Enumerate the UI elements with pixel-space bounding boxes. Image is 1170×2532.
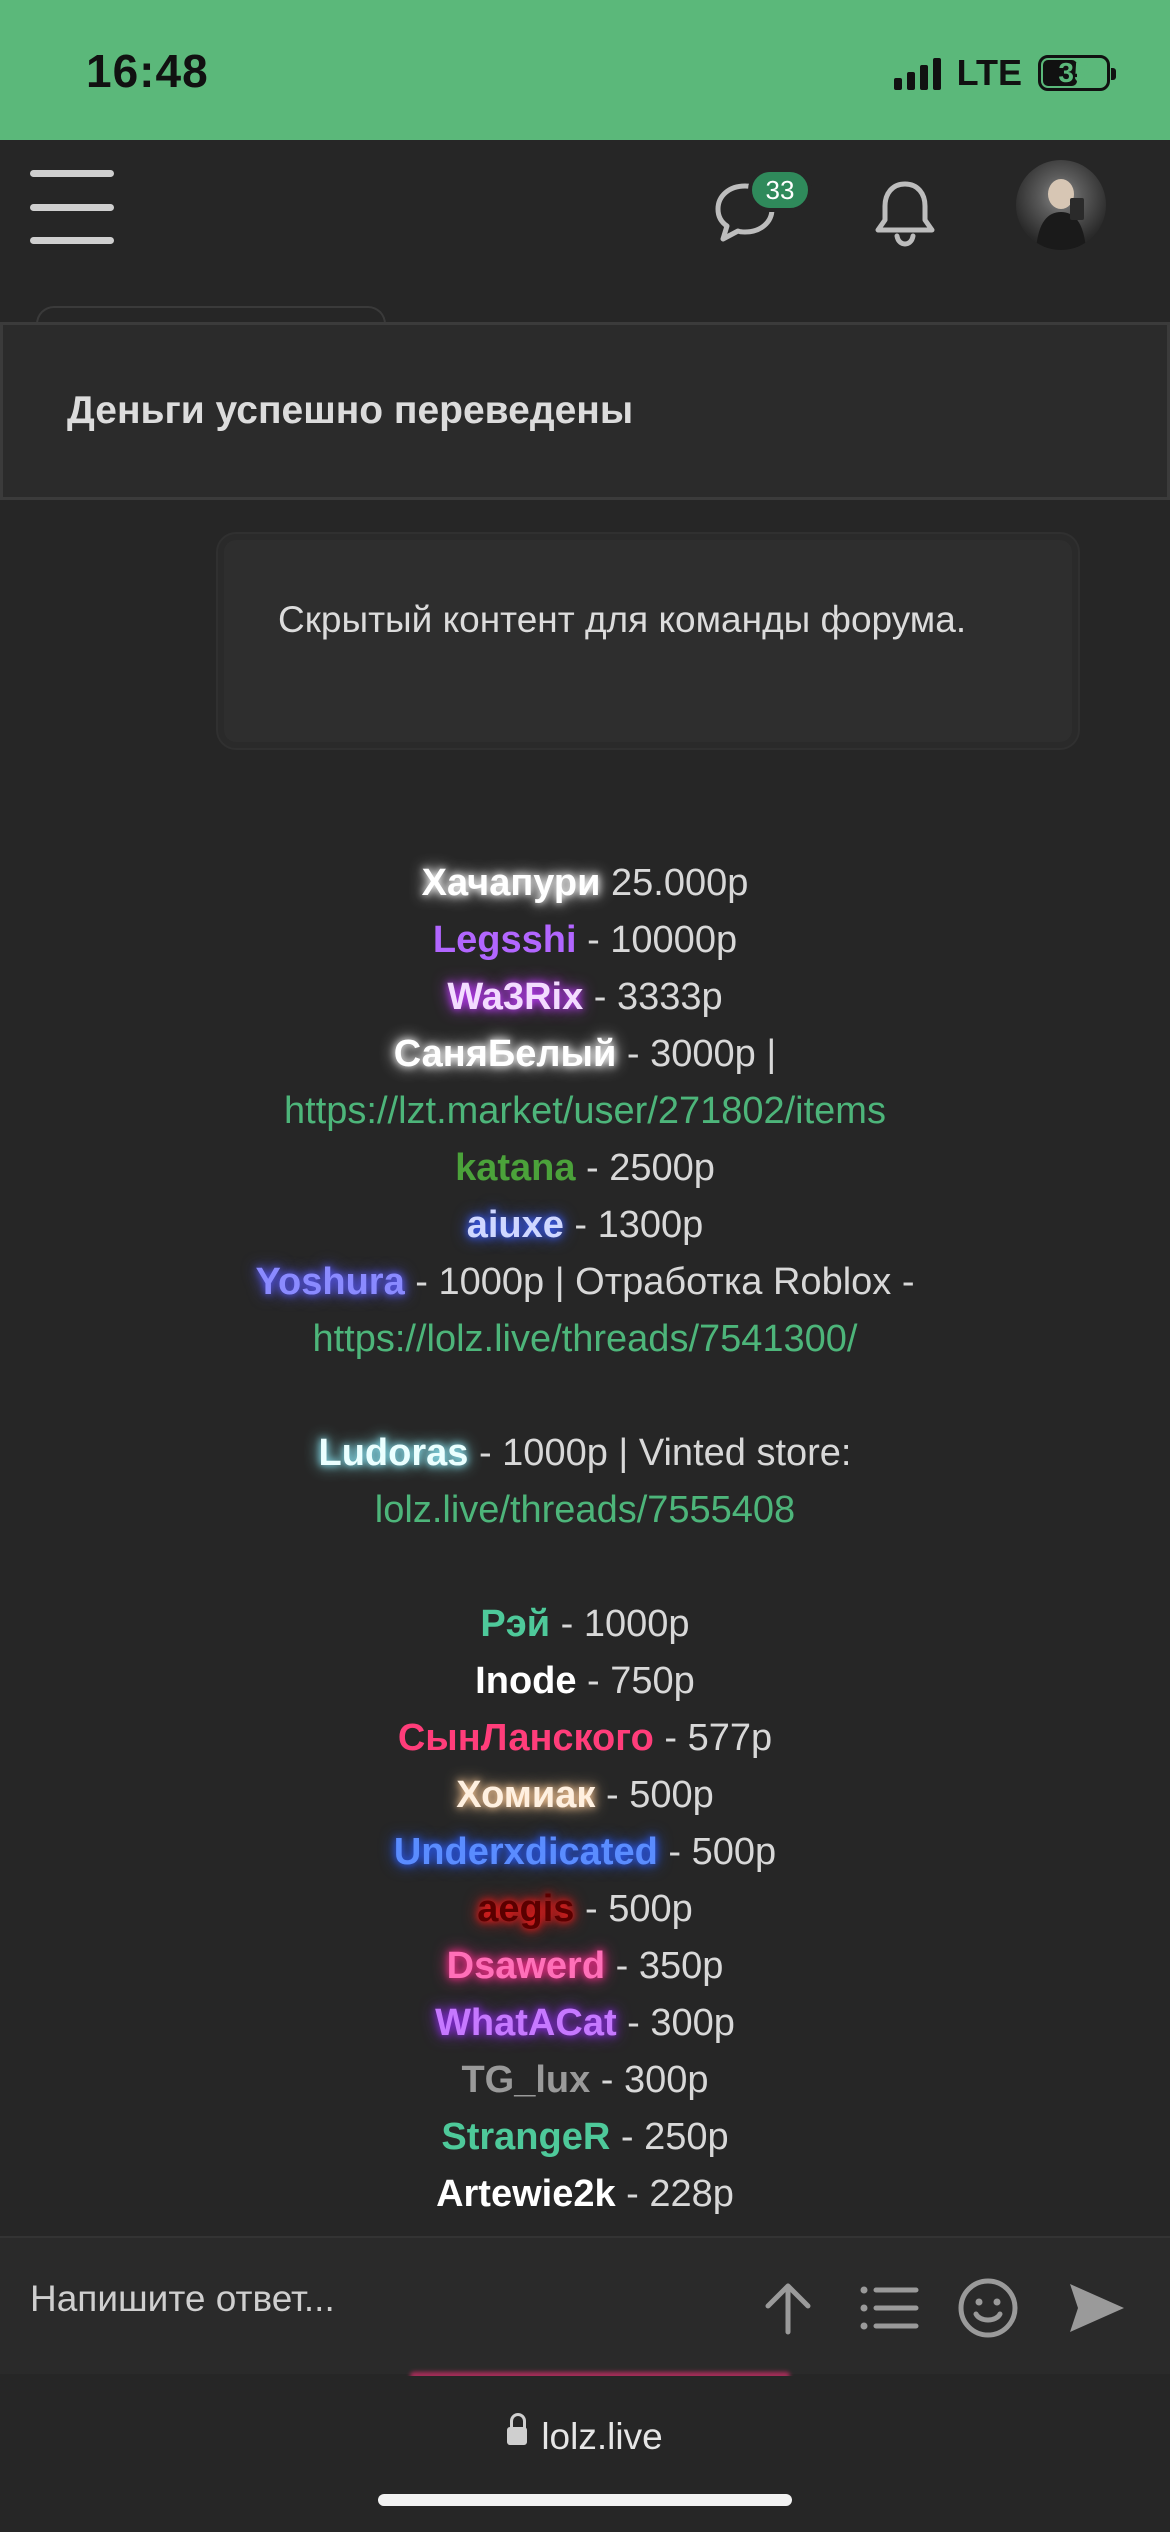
donor-username[interactable]: WhatACat <box>435 2002 617 2044</box>
address-bar[interactable]: lolz.live <box>0 2413 1170 2458</box>
donor-username[interactable]: Legsshi <box>433 919 577 961</box>
donation-row: Dsawerd - 350р <box>0 1938 1170 1995</box>
donation-amount: - 1000р | Отработка Roblox - <box>404 1261 915 1303</box>
donation-amount: - 500р <box>595 1774 714 1816</box>
messages-badge: 33 <box>748 168 812 212</box>
donation-amount: - 300р <box>616 2002 735 2044</box>
donation-list: Хачапури 25.000р Legsshi - 10000р Wa3Rix -… <box>0 855 1170 2223</box>
donor-username[interactable]: Inode <box>475 1660 576 1702</box>
donation-link[interactable]: https://lzt.market/user/271802/items <box>284 1090 886 1132</box>
status-time: 16:48 <box>86 45 209 97</box>
donation-amount: 25.000р <box>600 862 749 904</box>
lock-icon <box>507 2413 528 2446</box>
donation-link-line: https://lzt.market/user/271802/items <box>0 1083 1170 1140</box>
donation-amount: - 250р <box>610 2116 729 2158</box>
donation-row: Yoshura - 1000р | Отработка Roblox - <box>0 1254 1170 1311</box>
donation-amount: - 500р <box>657 1831 777 1873</box>
home-indicator[interactable] <box>378 2494 792 2506</box>
hidden-content-block: Скрытый контент для команды форума. <box>218 534 1078 748</box>
donation-amount: - 1000р <box>550 1603 690 1645</box>
donor-username[interactable]: Yoshura <box>256 1261 405 1303</box>
smile-icon[interactable] <box>956 2276 1020 2340</box>
donation-amount: - 750р <box>576 1660 695 1702</box>
donation-row: Inode - 750р <box>0 1653 1170 1710</box>
donor-username[interactable]: Хачапури <box>422 862 601 904</box>
status-bar: 16:48 LTE 35 <box>0 0 1170 140</box>
donation-amount: - 3000р | <box>616 1033 777 1075</box>
donation-amount: - 2500р <box>575 1147 715 1189</box>
donation-row: WhatACat - 300р <box>0 1995 1170 2052</box>
donation-link[interactable]: https://lolz.live/threads/7541300/ <box>312 1318 857 1360</box>
bell-icon[interactable] <box>870 176 940 248</box>
list-icon[interactable] <box>856 2276 920 2340</box>
menu-icon[interactable] <box>30 170 114 244</box>
donor-username[interactable]: TG_lux <box>461 2059 590 2101</box>
reply-input[interactable]: Напишите ответ... <box>30 2278 730 2320</box>
donation-link[interactable]: lolz.live/threads/7555408 <box>375 1489 795 1531</box>
donor-username[interactable]: Underxdicated <box>394 1831 658 1873</box>
donation-row: Legsshi - 10000р <box>0 912 1170 969</box>
donor-username[interactable]: СаняБелый <box>394 1033 617 1075</box>
avatar[interactable] <box>1016 160 1106 250</box>
donation-amount: - 350р <box>605 1945 724 1987</box>
top-nav: 33 <box>0 140 1170 270</box>
donor-username[interactable]: Хомиак <box>456 1774 595 1816</box>
donation-row: katana - 2500р <box>0 1140 1170 1197</box>
url-text: lolz.live <box>541 2416 663 2457</box>
donor-username[interactable]: Dsawerd <box>447 1945 605 1987</box>
donation-row: Ludoras - 1000р | Vinted store: <box>0 1425 1170 1482</box>
network-label: LTE <box>956 52 1022 93</box>
donation-row: Хачапури 25.000р <box>0 855 1170 912</box>
toast-text: Деньги успешно переведены <box>67 389 634 432</box>
donor-username[interactable]: Artewie2k <box>436 2173 616 2215</box>
donation-row: Artewie2k - 228р <box>0 2166 1170 2223</box>
toast-notification: Деньги успешно переведены <box>0 322 1170 500</box>
donor-username[interactable]: katana <box>455 1147 575 1189</box>
donation-amount: - 300р <box>590 2059 709 2101</box>
donation-row: aiuxe - 1300р <box>0 1197 1170 1254</box>
send-icon[interactable] <box>1064 2276 1128 2340</box>
donor-username[interactable]: aiuxe <box>467 1204 564 1246</box>
donation-row: TG_lux - 300р <box>0 2052 1170 2109</box>
donation-amount: - 228р <box>615 2173 734 2215</box>
donation-amount: - 1300р <box>563 1204 704 1246</box>
donation-amount: - 500р <box>574 1888 693 1930</box>
donation-row: СаняБелый - 3000р | <box>0 1026 1170 1083</box>
hidden-content-text: Скрытый контент для команды форума. <box>278 599 967 640</box>
donation-amount: - 3333р <box>583 976 723 1018</box>
reply-composer: Напишите ответ... <box>0 2236 1170 2374</box>
browser-bar: lolz.live <box>0 2376 1170 2532</box>
donation-row: Хомиак - 500р <box>0 1767 1170 1824</box>
donation-amount: - 10000р <box>576 919 738 961</box>
donation-link-line: lolz.live/threads/7555408 <box>0 1482 1170 1539</box>
donor-username[interactable]: Ludoras <box>319 1432 469 1474</box>
donor-username[interactable]: aegis <box>477 1888 574 1930</box>
donation-row: Рэй - 1000р <box>0 1596 1170 1653</box>
donation-row: СынЛанского - 577р <box>0 1710 1170 1767</box>
donation-row: Wa3Rix - 3333р <box>0 969 1170 1026</box>
donation-amount: - 577р <box>653 1717 773 1759</box>
donor-username[interactable]: Wa3Rix <box>447 976 583 1018</box>
donor-username[interactable]: Рэй <box>480 1603 550 1645</box>
battery-icon: 35 <box>1038 55 1116 91</box>
donation-link-line: https://lolz.live/threads/7541300/ <box>0 1311 1170 1368</box>
battery-level: 35 <box>1058 57 1090 88</box>
donation-row: aegis - 500р <box>0 1881 1170 1938</box>
donation-row: StrangeR - 250р <box>0 2109 1170 2166</box>
status-indicators: LTE 35 <box>893 50 1116 96</box>
donor-username[interactable]: StrangeR <box>441 2116 610 2158</box>
donation-amount: - 1000р | Vinted store: <box>468 1432 852 1474</box>
arrow-up-icon[interactable] <box>756 2276 820 2340</box>
donor-username[interactable]: СынЛанского <box>398 1717 654 1759</box>
donation-row: Underxdicated - 500р <box>0 1824 1170 1881</box>
signal-icon <box>893 56 941 90</box>
